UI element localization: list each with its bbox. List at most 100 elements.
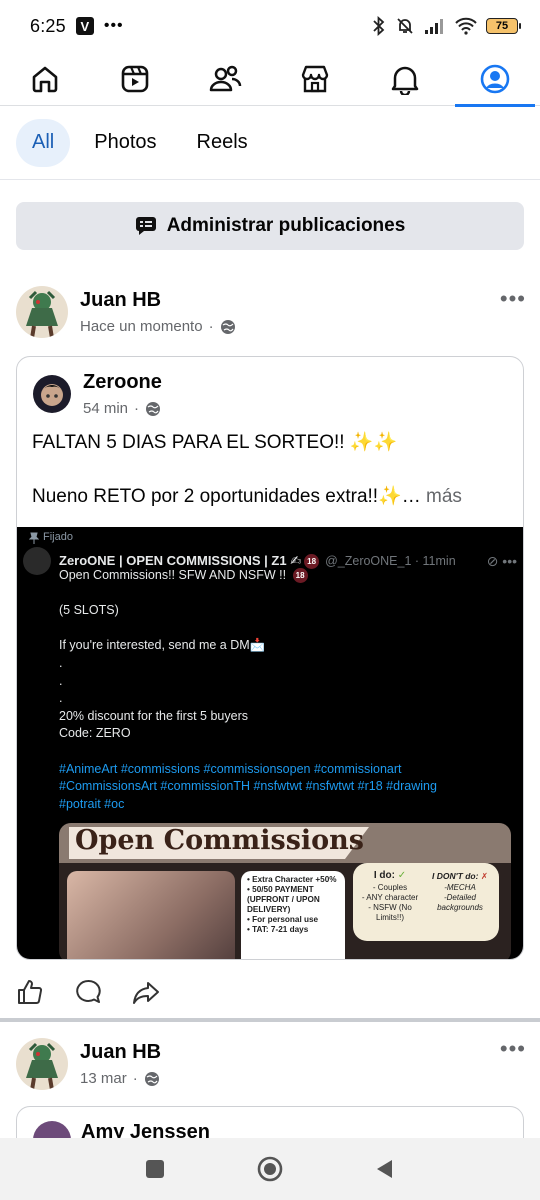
commission-sheet-image: Open Commissions • Extra Character +50% … bbox=[59, 823, 511, 959]
ido-item: - Couples bbox=[372, 883, 408, 892]
profile-icon bbox=[480, 64, 510, 93]
back-icon[interactable] bbox=[374, 1158, 396, 1180]
idont-item: -MECHA bbox=[444, 883, 476, 892]
shared-post-author[interactable]: Zeroone bbox=[83, 371, 162, 394]
commission-title: Open Commissions bbox=[75, 825, 364, 856]
system-navigation-bar bbox=[0, 1138, 540, 1200]
tweet-avatar bbox=[23, 547, 51, 575]
meta-separator: · bbox=[132, 1070, 138, 1087]
recent-apps-icon[interactable] bbox=[144, 1158, 166, 1180]
tweet-handle: @_ZeroONE_1 · 11min bbox=[325, 554, 456, 568]
tweet-tags: #AnimeArt #commissions #commissionsopen … bbox=[59, 761, 402, 776]
cross-icon: ✗ bbox=[480, 871, 488, 881]
terms-item: • 50/50 PAYMENT (UPFRONT / UPON DELIVERY… bbox=[247, 885, 320, 914]
do-dont-box: I do: ✓ - Couples - ANY character - NSFW… bbox=[353, 863, 499, 941]
artwork-image bbox=[67, 871, 235, 959]
ido-title: I do: bbox=[373, 870, 395, 881]
idont-item: -Detailed backgrounds bbox=[437, 893, 483, 912]
friends-icon bbox=[209, 65, 242, 91]
tab-video[interactable] bbox=[95, 52, 175, 106]
manage-posts-button[interactable]: Administrar publicaciones bbox=[16, 202, 524, 250]
filter-reels[interactable]: Reels bbox=[181, 119, 264, 167]
see-more-link[interactable]: más bbox=[426, 486, 462, 507]
home-icon bbox=[32, 66, 58, 92]
post-author[interactable]: Juan HB bbox=[80, 1041, 161, 1064]
app-badge-icon: V bbox=[75, 17, 94, 35]
signal-icon bbox=[425, 19, 443, 34]
tab-marketplace[interactable] bbox=[275, 52, 355, 106]
shared-post-time[interactable]: 54 min bbox=[83, 400, 128, 417]
age-badge-inline: 18 bbox=[292, 568, 308, 584]
shared-post-text: FALTAN 5 DIAS PARA EL SORTEO!! ✨✨ Nueno … bbox=[32, 429, 512, 511]
video-icon bbox=[121, 65, 149, 92]
post-author[interactable]: Juan HB bbox=[80, 289, 236, 312]
avatar-image bbox=[16, 1038, 68, 1090]
shared-post-header: Zeroone 54 min · bbox=[33, 371, 162, 417]
tweet-line: (5 SLOTS) bbox=[59, 603, 119, 618]
tweet-tags: #potrait #oc bbox=[59, 796, 125, 811]
tweet-line: . bbox=[59, 673, 63, 688]
wifi-icon bbox=[455, 17, 477, 35]
tweet-body: Open Commissions!! SFW AND NSFW !! 18 (5… bbox=[59, 567, 509, 813]
commission-terms: • Extra Character +50% • 50/50 PAYMENT (… bbox=[241, 871, 345, 959]
manage-posts-icon bbox=[135, 217, 156, 235]
pinned-label: Fijado bbox=[43, 531, 73, 543]
comment-icon[interactable] bbox=[74, 978, 102, 1006]
avatar[interactable] bbox=[16, 286, 68, 338]
post-time[interactable]: Hace un momento bbox=[80, 318, 203, 335]
meta-separator: · bbox=[208, 318, 214, 335]
terms-item: • For personal use bbox=[247, 915, 319, 924]
marketplace-icon bbox=[301, 65, 329, 92]
bluetooth-icon bbox=[373, 16, 385, 36]
idont-title: I DON'T do: bbox=[432, 871, 479, 881]
post-image[interactable]: Fijado ZeroONE | OPEN COMMISSIONS | Z1 ✍… bbox=[17, 527, 523, 959]
top-navigation bbox=[0, 52, 540, 107]
post-time[interactable]: 13 mar bbox=[80, 1070, 127, 1087]
tab-friends[interactable] bbox=[185, 52, 265, 106]
post-actions bbox=[0, 970, 540, 1014]
notifications-icon bbox=[391, 66, 419, 95]
shared-post-card[interactable]: Zeroone 54 min · FALTAN 5 DIAS PARA EL S… bbox=[16, 356, 524, 960]
tweet-tags: #CommissionsArt #commissionTH #nsfwtwt #… bbox=[59, 779, 437, 794]
tab-profile[interactable] bbox=[455, 52, 535, 107]
post-options-button[interactable]: ••• bbox=[500, 1036, 526, 1062]
shared-avatar[interactable] bbox=[33, 375, 71, 413]
meta-separator: · bbox=[134, 400, 140, 417]
pin-icon bbox=[29, 532, 39, 544]
more-notifications-icon: ••• bbox=[103, 17, 124, 34]
filter-chips: All Photos Reels bbox=[0, 106, 540, 180]
tweet-line: Code: ZERO bbox=[59, 726, 131, 741]
check-icon: ✓ bbox=[397, 870, 407, 881]
manage-posts-label: Administrar publicaciones bbox=[166, 215, 406, 236]
post-divider bbox=[0, 1018, 540, 1022]
status-bar: 6:25 V ••• 75 bbox=[0, 0, 540, 52]
terms-item: • Extra Character +50% bbox=[247, 875, 337, 884]
post-text-line: FALTAN 5 DIAS PARA EL SORTEO!! ✨✨ bbox=[32, 432, 398, 453]
shared-avatar-image bbox=[33, 375, 71, 413]
ido-item: - NSFW (No Limits!!) bbox=[368, 903, 412, 922]
mute-icon bbox=[397, 18, 413, 34]
status-time: 6:25 bbox=[30, 15, 66, 36]
share-icon[interactable] bbox=[132, 978, 160, 1006]
tab-home[interactable] bbox=[5, 52, 85, 106]
post-header: Juan HB 13 mar · bbox=[16, 1038, 161, 1090]
globe-icon bbox=[220, 319, 235, 334]
filter-all[interactable]: All bbox=[16, 118, 71, 167]
avatar-image bbox=[16, 286, 68, 338]
ido-item: - ANY character bbox=[361, 893, 419, 902]
tweet-line: 20% discount for the first 5 buyers bbox=[59, 708, 248, 723]
post-text-line: Nueno RETO por 2 oportunidades extra!!✨… bbox=[32, 486, 421, 507]
post-options-button[interactable]: ••• bbox=[500, 286, 526, 312]
terms-item: • TAT: 7-21 days bbox=[247, 925, 309, 934]
globe-icon bbox=[144, 1071, 159, 1086]
tab-notifications[interactable] bbox=[365, 52, 445, 106]
avatar[interactable] bbox=[16, 1038, 68, 1090]
tweet-line: . bbox=[59, 691, 63, 706]
like-icon[interactable] bbox=[16, 978, 44, 1006]
tweet-line: Open Commissions!! SFW AND NSFW !! bbox=[59, 568, 287, 582]
filter-photos[interactable]: Photos bbox=[78, 119, 172, 167]
home-button-icon[interactable] bbox=[256, 1155, 284, 1183]
post-header: Juan HB Hace un momento · bbox=[16, 286, 236, 338]
tweet-line: If you're interested, send me a DM📩 bbox=[59, 638, 266, 653]
battery-icon: 75 bbox=[486, 18, 521, 34]
